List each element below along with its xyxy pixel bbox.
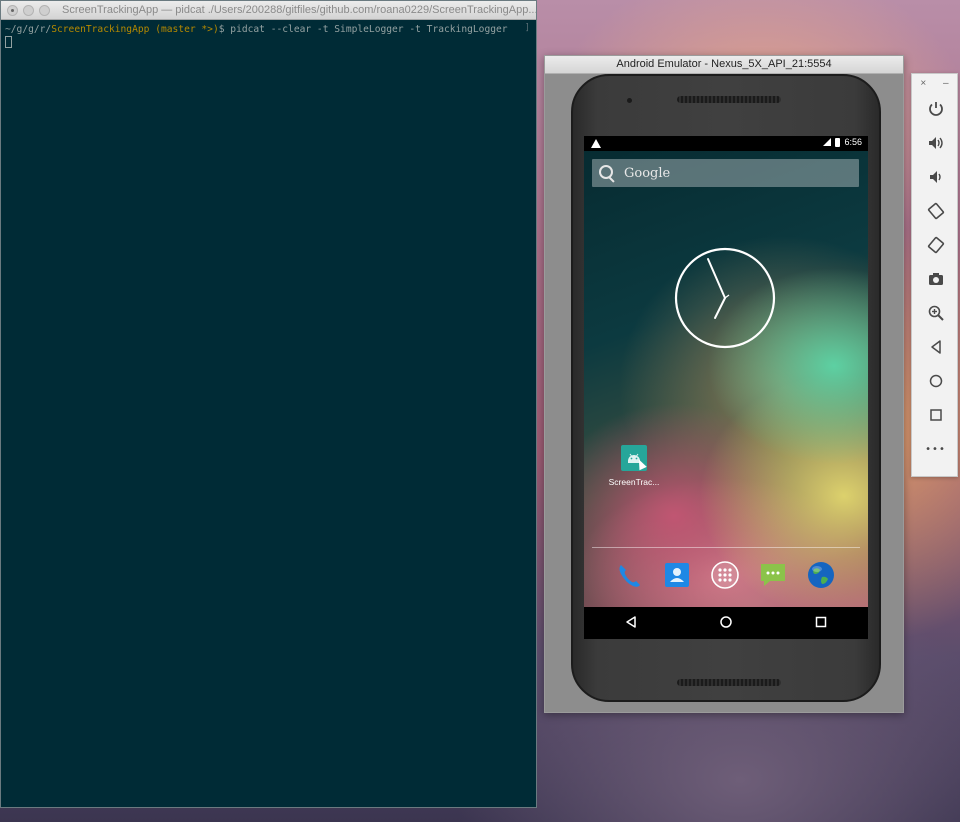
rotate-right-icon xyxy=(927,236,944,254)
top-speaker xyxy=(677,96,781,103)
toolbar-close-button[interactable]: × xyxy=(920,78,926,89)
rotate-right-button[interactable] xyxy=(912,228,959,262)
nav-home-button[interactable] xyxy=(719,614,733,633)
zoom-icon xyxy=(928,305,944,321)
terminal-titlebar[interactable]: ScreenTrackingApp — pidcat ./Users/20028… xyxy=(1,1,536,20)
status-time: 6:56 xyxy=(844,137,862,147)
prompt-symbol: $ xyxy=(218,24,231,35)
contacts-icon[interactable] xyxy=(662,560,692,590)
battery-icon xyxy=(835,137,841,147)
terminal-title-text: ScreenTrackingApp — pidcat ./Users/20028… xyxy=(62,4,536,16)
front-camera xyxy=(627,98,632,103)
prompt-path: ~/g/g/r/ xyxy=(5,24,52,35)
recents-icon xyxy=(815,616,826,627)
nav-back-button[interactable] xyxy=(624,614,638,633)
zoom-window-button[interactable] xyxy=(39,4,50,16)
camera-icon xyxy=(928,273,943,285)
back-button[interactable] xyxy=(912,330,959,364)
search-placeholder: Google xyxy=(624,165,671,181)
toolbar-window-controls: × – xyxy=(912,74,957,92)
close-window-button[interactable] xyxy=(7,4,18,16)
volume-down-button[interactable] xyxy=(912,160,959,194)
volume-up-icon xyxy=(928,137,943,149)
terminal-cursor xyxy=(5,36,12,48)
search-icon xyxy=(598,164,616,182)
nav-recents-button[interactable] xyxy=(814,614,828,633)
messaging-icon[interactable] xyxy=(758,560,788,590)
terminal-window[interactable]: ScreenTrackingApp — pidcat ./Users/20028… xyxy=(0,0,537,808)
screenshot-button[interactable] xyxy=(912,262,959,296)
phone-frame: 6:56 Google ScreenTrac... xyxy=(571,74,881,702)
overview-icon xyxy=(929,409,942,421)
status-bar: 6:56 xyxy=(584,136,868,151)
more-icon: ••• xyxy=(925,443,946,455)
window-controls xyxy=(7,4,50,16)
hour-hand xyxy=(714,297,726,319)
emulator-title[interactable]: Android Emulator - Nexus_5X_API_21:5554 xyxy=(545,56,903,74)
power-button[interactable] xyxy=(912,92,959,126)
signal-icon xyxy=(823,138,832,146)
home-button[interactable] xyxy=(912,364,959,398)
power-icon xyxy=(928,102,943,116)
emulator-toolbar: × – ••• xyxy=(911,73,958,477)
status-right: 6:56 xyxy=(823,137,862,147)
warning-icon xyxy=(591,139,601,148)
toolbar-minimize-button[interactable]: – xyxy=(943,78,949,89)
minute-hand xyxy=(707,258,726,299)
home-icon xyxy=(720,615,732,628)
terminal-output[interactable]: ~/g/g/r/ScreenTrackingApp (master *>)$ p… xyxy=(1,20,536,53)
phone-icon[interactable] xyxy=(614,560,644,590)
phone-screen[interactable]: 6:56 Google ScreenTrac... xyxy=(584,136,868,639)
terminal-title: ScreenTrackingApp — pidcat ./Users/20028… xyxy=(58,4,536,16)
app-drawer-icon[interactable] xyxy=(710,560,740,590)
volume-up-button[interactable] xyxy=(912,126,959,160)
more-button[interactable]: ••• xyxy=(912,432,959,466)
dock-divider xyxy=(592,547,860,548)
back-icon xyxy=(930,340,941,354)
navigation-bar xyxy=(584,607,868,639)
prompt-branch: (master *>) xyxy=(149,24,219,35)
minimize-window-button[interactable] xyxy=(23,4,34,16)
zoom-button[interactable] xyxy=(912,296,959,330)
terminal-scroll-mark: ] xyxy=(524,23,530,33)
dock xyxy=(614,559,836,591)
emulator-window[interactable]: Android Emulator - Nexus_5X_API_21:5554 … xyxy=(544,55,904,713)
analog-clock-widget[interactable] xyxy=(673,246,777,350)
overview-button[interactable] xyxy=(912,398,959,432)
volume-down-icon xyxy=(929,171,941,183)
rotate-left-icon xyxy=(927,202,944,220)
terminal-command: pidcat --clear -t SimpleLogger -t Tracki… xyxy=(230,24,508,35)
home-icon xyxy=(929,374,942,388)
back-icon xyxy=(626,615,637,628)
second-hand xyxy=(724,294,730,299)
prompt-app: ScreenTrackingApp xyxy=(51,24,150,35)
google-search-bar[interactable]: Google xyxy=(592,159,859,187)
rotate-left-button[interactable] xyxy=(912,194,959,228)
browser-icon[interactable] xyxy=(806,560,836,590)
app-icon-label[interactable]: ScreenTrac... xyxy=(604,477,664,487)
bottom-speaker xyxy=(677,679,781,686)
